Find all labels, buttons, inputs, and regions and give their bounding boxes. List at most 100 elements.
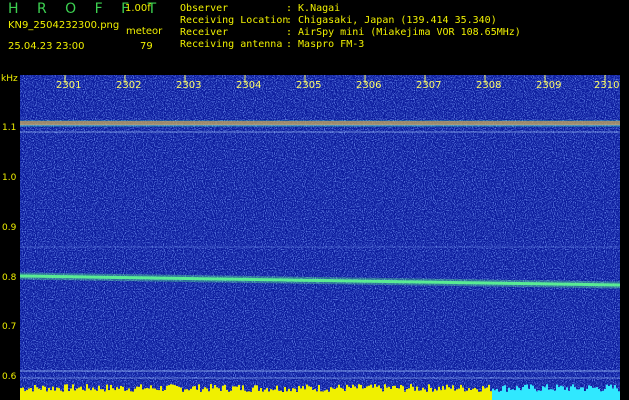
power-bar [560, 385, 562, 400]
power-bar [480, 391, 482, 400]
power-bar [572, 384, 574, 400]
power-bar [520, 390, 522, 400]
observer-key: Observer [180, 3, 229, 14]
power-bar [552, 389, 554, 400]
power-bar [222, 385, 224, 400]
power-bar [118, 388, 120, 400]
power-bar [152, 388, 154, 400]
x-tick-2301: 2301 [56, 80, 82, 91]
power-bar [610, 384, 612, 400]
power-bar [86, 384, 88, 400]
version-label: 1.00f [125, 3, 151, 14]
y-tick-0.9: 0.9 [2, 223, 17, 233]
power-bar [134, 388, 136, 400]
power-bar [398, 388, 400, 400]
power-bar [482, 386, 484, 400]
power-bar [104, 391, 106, 400]
power-bar [434, 388, 436, 400]
power-bar [40, 389, 42, 400]
power-bar [604, 388, 606, 400]
power-bar [172, 384, 174, 400]
power-bar [428, 384, 430, 400]
power-bar [304, 389, 306, 400]
power-bar [114, 390, 116, 400]
power-bar [124, 390, 126, 400]
power-bar [554, 390, 556, 400]
power-bar [478, 391, 480, 400]
power-bar [46, 391, 48, 400]
power-bar [132, 391, 134, 400]
power-bar [260, 388, 262, 400]
power-bar [302, 386, 304, 400]
power-bar [154, 388, 156, 400]
power-bar [184, 389, 186, 400]
power-bar [44, 386, 46, 400]
power-bar [430, 387, 432, 400]
power-bar [558, 387, 560, 400]
power-bar [116, 387, 118, 400]
power-bar [422, 387, 424, 400]
power-bar [242, 385, 244, 400]
power-bar [576, 389, 578, 400]
power-bar [342, 388, 344, 400]
power-bar [324, 390, 326, 400]
power-bar [80, 386, 82, 400]
power-bar [64, 384, 66, 400]
y-tick-1.1: 1.1 [2, 123, 17, 133]
power-bar [562, 386, 564, 400]
power-bar [418, 390, 420, 400]
file-name: KN9_2504232300.png [8, 20, 120, 31]
location-value: : Chigasaki, Japan (139.414 35.340) [286, 15, 497, 26]
power-bar [196, 389, 198, 400]
power-bar [264, 389, 266, 400]
power-bar [144, 388, 146, 400]
power-bar [510, 389, 512, 400]
power-bar [148, 388, 150, 400]
power-bar [38, 388, 40, 400]
power-bar [122, 386, 124, 400]
power-bar [452, 385, 454, 400]
power-bar [514, 390, 516, 400]
power-bar [456, 389, 458, 400]
power-bar [542, 386, 544, 400]
power-bar [294, 388, 296, 400]
power-bar [568, 390, 570, 400]
power-bar [574, 387, 576, 400]
power-bar [322, 391, 324, 400]
power-bar [334, 388, 336, 400]
power-bar [26, 390, 28, 400]
power-bar [366, 386, 368, 400]
power-bar [174, 385, 176, 400]
power-bar [282, 391, 284, 400]
power-bar [102, 389, 104, 400]
power-bar [466, 390, 468, 400]
x-tick-2308: 2308 [476, 80, 502, 91]
power-bar [60, 390, 62, 400]
y-tick-0.7: 0.7 [2, 322, 17, 332]
power-bar [190, 388, 192, 400]
power-bar [310, 386, 312, 400]
power-bar [616, 388, 618, 400]
power-bar [240, 390, 242, 400]
power-bar [274, 389, 276, 400]
power-bar [400, 384, 402, 400]
power-bar [448, 387, 450, 400]
power-bar [110, 384, 112, 400]
power-bar [236, 386, 238, 400]
power-bar [208, 391, 210, 400]
power-bar [28, 388, 30, 400]
y-tick-0.8: 0.8 [2, 273, 17, 283]
power-bar [98, 385, 100, 400]
power-bar [180, 387, 182, 400]
x-tick-2304: 2304 [236, 80, 262, 91]
power-bar [372, 387, 374, 400]
power-bars [20, 384, 620, 400]
power-bar [192, 386, 194, 400]
power-bar [344, 391, 346, 400]
y-axis-unit: kHz [1, 74, 18, 84]
power-bar [386, 387, 388, 400]
power-bar [476, 389, 478, 400]
power-bar [34, 384, 36, 400]
power-bar [36, 387, 38, 400]
power-bar [202, 389, 204, 400]
